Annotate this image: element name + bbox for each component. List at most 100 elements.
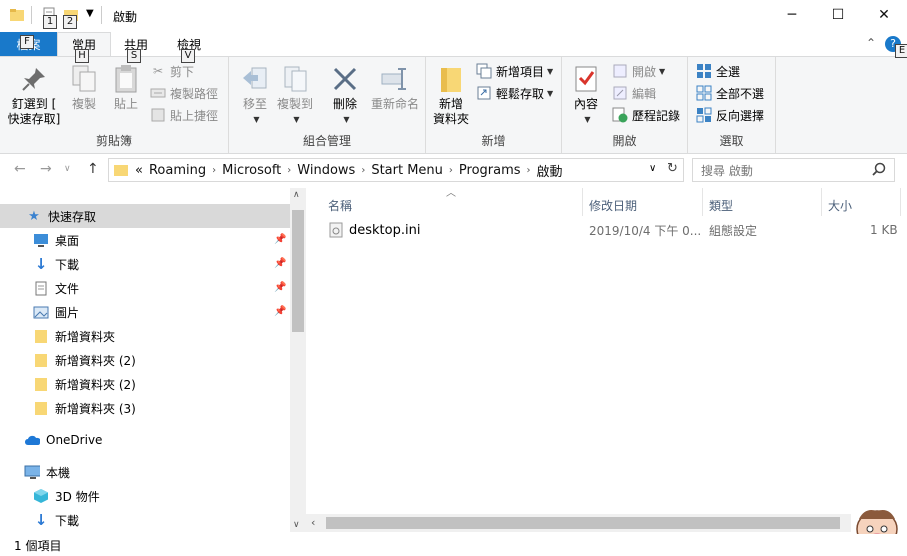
column-header-date[interactable]: 修改日期 xyxy=(589,194,699,216)
scroll-up-icon[interactable]: ∧ xyxy=(293,190,300,200)
nav-item-desktop[interactable]: 桌面 xyxy=(0,228,79,252)
nav-item-new-folder-3[interactable]: 新增資料夾 (3) xyxy=(0,396,136,420)
nav-downloads-pc[interactable]: ↓ 下載 xyxy=(0,508,79,532)
nav-quick-access-label: 快速存取 xyxy=(48,209,97,224)
minimize-button[interactable]: ─ xyxy=(769,0,815,30)
minimize-icon: ─ xyxy=(787,7,797,23)
nav-item-pictures[interactable]: 圖片 xyxy=(0,300,79,324)
easy-access-icon xyxy=(476,85,492,101)
nav-downloads-pc-label: 下載 xyxy=(55,513,80,528)
pin-icon[interactable]: 📌 xyxy=(274,258,286,269)
file-list[interactable] xyxy=(306,188,907,534)
nav-scrollbar-thumb[interactable] xyxy=(292,210,304,332)
nav-this-pc[interactable]: 本機 xyxy=(0,460,70,484)
recent-locations-icon[interactable]: ∨ xyxy=(64,164,71,174)
move-to-button[interactable]: 移至 ▼ xyxy=(237,63,273,127)
nav-onedrive[interactable]: OneDrive xyxy=(0,428,102,452)
paste-button[interactable]: 貼上 xyxy=(108,63,144,112)
breadcrumb-separator-icon[interactable]: › xyxy=(212,165,216,176)
copy-to-button[interactable]: 複製到 ▼ xyxy=(275,63,315,127)
nav-quick-access[interactable]: ★ 快速存取 xyxy=(0,204,290,228)
pin-icon[interactable]: 📌 xyxy=(274,306,286,317)
history-button[interactable]: 歷程記錄 xyxy=(612,105,680,125)
nav-item-documents[interactable]: 文件 xyxy=(0,276,79,300)
select-all-button[interactable]: 全選 xyxy=(696,61,740,81)
nav-item-label: 圖片 xyxy=(55,305,80,320)
nav-3d-objects[interactable]: 3D 物件 xyxy=(0,484,100,508)
move-to-label: 移至 xyxy=(242,97,267,111)
nav-item-downloads[interactable]: ↓ 下載 xyxy=(0,252,79,276)
column-divider[interactable] xyxy=(702,188,703,216)
breadcrumb-windows[interactable]: Windows xyxy=(297,163,355,178)
table-row[interactable]: desktop.ini xyxy=(328,222,420,238)
easy-access-button[interactable]: 輕鬆存取 ▼ xyxy=(476,83,553,103)
cut-button[interactable]: ✂ 剪下 xyxy=(150,61,194,81)
breadcrumb-microsoft[interactable]: Microsoft xyxy=(222,163,281,178)
column-divider[interactable] xyxy=(821,188,822,216)
pin-icon[interactable]: 📌 xyxy=(274,234,286,245)
collapse-ribbon-icon[interactable]: ⌃ xyxy=(866,36,876,50)
picture-icon xyxy=(33,304,49,320)
move-to-icon xyxy=(239,63,271,95)
column-divider[interactable] xyxy=(582,188,583,216)
copy-button[interactable]: 複製 xyxy=(66,63,102,112)
new-item-button[interactable]: 新增項目 ▼ xyxy=(476,61,553,81)
column-header-type[interactable]: 類型 xyxy=(709,194,817,216)
delete-button[interactable]: 刪除 ▼ xyxy=(327,63,363,127)
nav-item-new-folder-2[interactable]: 新增資料夾 (2) xyxy=(0,348,136,372)
breadcrumb-programs[interactable]: Programs xyxy=(459,163,521,178)
nav-item-label: 桌面 xyxy=(55,233,80,248)
address-bar[interactable]: « Roaming › Microsoft › Windows › Start … xyxy=(108,158,684,182)
window-title: 啟動 xyxy=(113,10,138,24)
address-dropdown-icon[interactable]: ∨ xyxy=(649,163,656,174)
scroll-left-icon[interactable]: ‹ xyxy=(311,516,315,529)
edit-button[interactable]: 編輯 xyxy=(612,83,656,103)
status-bar: 1 個項目 xyxy=(0,534,907,556)
rename-button[interactable]: 重新命名 xyxy=(367,63,423,112)
scroll-down-icon[interactable]: ∨ xyxy=(293,520,300,530)
search-icon[interactable] xyxy=(872,162,886,179)
pin-icon[interactable]: 📌 xyxy=(274,282,286,293)
column-divider[interactable] xyxy=(900,188,901,216)
paste-label: 貼上 xyxy=(113,97,138,111)
back-arrow-icon[interactable]: ← xyxy=(14,161,26,177)
copy-label: 複製 xyxy=(71,97,96,111)
content-scrollbar-thumb[interactable] xyxy=(326,517,840,529)
nav-item-new-folder[interactable]: 新增資料夾 xyxy=(0,324,115,348)
chevron-down-icon[interactable]: ▼ xyxy=(86,8,94,19)
select-none-button[interactable]: 全部不選 xyxy=(696,83,764,103)
refresh-icon[interactable]: ↻ xyxy=(667,161,678,176)
breadcrumb-start-menu[interactable]: Start Menu xyxy=(371,163,443,178)
breadcrumb-separator-icon[interactable]: › xyxy=(527,165,531,176)
edit-icon xyxy=(612,85,628,101)
invert-selection-button[interactable]: 反向選擇 xyxy=(696,105,764,125)
close-button[interactable]: ✕ xyxy=(861,0,907,30)
navigation-pane: ★ 快速存取 桌面 📌 ↓ 下載 📌 文件 📌 圖片 📌 新增資料夾 新增資料夾… xyxy=(0,196,306,532)
breadcrumb-separator-icon[interactable]: › xyxy=(361,165,365,176)
breadcrumb-startup[interactable]: 啟動 xyxy=(537,161,563,180)
pin-to-quick-access-button[interactable]: 釘選到 [ 快速存取] xyxy=(6,63,62,127)
breadcrumb-roaming[interactable]: Roaming xyxy=(149,163,206,178)
star-icon: ★ xyxy=(28,208,40,224)
copy-path-button[interactable]: 複製路徑 xyxy=(150,83,218,103)
maximize-icon: ☐ xyxy=(831,7,845,23)
up-arrow-icon[interactable]: ↑ xyxy=(87,161,99,177)
column-header-name[interactable]: 名稱 xyxy=(328,194,578,216)
breadcrumb-separator-icon[interactable]: › xyxy=(287,165,291,176)
new-folder-button[interactable]: 新增 資料夾 xyxy=(432,63,470,127)
keytip-qat-2: 2 xyxy=(63,15,77,29)
forward-arrow-icon[interactable]: → xyxy=(40,161,52,177)
breadcrumb-overflow[interactable]: « xyxy=(135,163,143,178)
column-header-size[interactable]: 大小 xyxy=(828,194,898,216)
breadcrumb-separator-icon[interactable]: › xyxy=(449,165,453,176)
properties-button[interactable]: 內容 ▼ xyxy=(570,63,602,127)
search-box[interactable]: 搜尋 啟動 xyxy=(692,158,895,182)
paste-shortcut-button[interactable]: 貼上捷徑 xyxy=(150,105,218,125)
document-icon xyxy=(33,280,49,296)
rename-label: 重新命名 xyxy=(370,97,419,111)
new-item-dropdown-icon: ▼ xyxy=(547,66,554,76)
nav-item-new-folder-2b[interactable]: 新增資料夾 (2) xyxy=(0,372,136,396)
open-button[interactable]: 開啟 ▼ xyxy=(612,61,665,81)
download-arrow-icon: ↓ xyxy=(34,255,48,273)
maximize-button[interactable]: ☐ xyxy=(815,0,861,30)
